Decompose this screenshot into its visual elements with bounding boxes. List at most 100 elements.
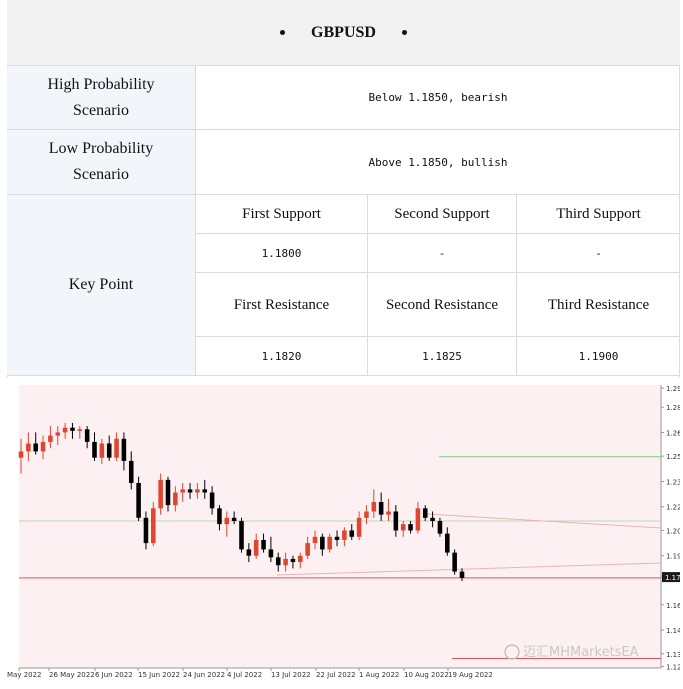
third-resistance-header-text: Third Resistance	[547, 296, 650, 313]
candle-body	[106, 443, 112, 458]
y-tick-label: 1.26	[666, 429, 680, 437]
candle-body	[48, 435, 53, 442]
y-tick-label: 1.20	[666, 527, 680, 535]
candle-body	[33, 443, 38, 452]
candle-body	[320, 536, 325, 550]
key-point-label-cell: Key Point	[7, 195, 196, 376]
candle-body	[187, 489, 193, 493]
high-probability-label-cell: High Probability Scenario	[7, 66, 196, 130]
candle-body	[217, 508, 222, 525]
candle-body	[136, 483, 141, 518]
candle-body	[209, 492, 215, 509]
watermark-text: 迈汇MHMarketsEA	[523, 645, 639, 660]
key-point-label: Key Point	[68, 276, 134, 293]
candle-body	[195, 489, 200, 493]
y-tick-label: 1.12	[666, 663, 680, 671]
candle-body	[386, 511, 391, 515]
x-tick-label: 15 Jun 2022	[138, 671, 180, 679]
candle-body	[114, 438, 119, 458]
first-resistance-header-text: First Resistance	[233, 296, 330, 313]
second-support-value-text: -	[438, 246, 446, 260]
candle-body	[415, 508, 421, 531]
candle-body	[268, 549, 274, 558]
candle-body	[92, 441, 97, 458]
third-resistance-value-text: 1.1900	[578, 349, 619, 363]
candle-body	[422, 508, 428, 518]
x-tick-label: 6 Jun 2022	[95, 671, 133, 679]
candle-body	[239, 520, 244, 550]
candle-body	[334, 536, 340, 540]
high-probability-value-cell: Below 1.1850, bearish	[196, 66, 680, 130]
x-tick-label: 22 Jul 2022	[316, 671, 356, 679]
first-support-value: 1.1800	[196, 234, 368, 273]
bullet-right-icon	[401, 30, 407, 35]
x-tick-label: 4 Jul 2022	[227, 671, 262, 679]
candle-body	[312, 536, 318, 544]
candle-body	[356, 517, 362, 537]
second-resistance-header-text: Second Resistance	[385, 296, 499, 313]
bullet-left-icon	[280, 30, 286, 35]
y-tick-label: 1.25	[666, 453, 680, 461]
candle-body	[231, 517, 237, 521]
candle-body	[283, 558, 288, 566]
low-probability-label-cell: Low Probability Scenario	[7, 130, 196, 195]
candle-body	[364, 511, 369, 518]
candle-body	[437, 520, 443, 534]
price-chart-svg: 1.29 1.28 1.26 1.25 1.23 1.22 1.20 1.19 1.16 1.14…	[7, 377, 682, 684]
y-tick-label: 1.19	[666, 553, 680, 561]
first-resistance-header: First Resistance	[196, 273, 368, 337]
candle-body	[349, 530, 355, 537]
candle-body	[121, 438, 127, 461]
x-tick-label: May 2022	[7, 671, 42, 679]
third-resistance-header: Third Resistance	[517, 273, 680, 337]
candle-body	[378, 501, 384, 515]
candle-body	[400, 524, 406, 531]
candle-body	[143, 517, 149, 544]
y-tick-label: 1.22	[666, 504, 680, 512]
third-support-value: -	[517, 234, 680, 273]
low-probability-value: Above 1.1850, bullish	[368, 155, 508, 169]
candle-body	[430, 517, 435, 521]
third-support-value-text: -	[595, 246, 602, 260]
y-tick-label: 1.28	[666, 404, 680, 412]
y-tick-label: 1.13	[666, 651, 680, 659]
second-support-header: Second Support	[368, 195, 517, 234]
third-resistance-value: 1.1900	[517, 337, 680, 376]
second-support-header-text: Second Support	[394, 206, 490, 222]
y-tick-label: 1.14	[666, 627, 680, 635]
third-support-header-text: Third Support	[556, 206, 641, 222]
first-resistance-value: 1.1820	[196, 337, 368, 376]
low-probability-value-cell: Above 1.1850, bullish	[196, 130, 680, 195]
candle-body	[165, 479, 171, 506]
candle-body	[305, 543, 310, 556]
candle-body	[275, 557, 281, 566]
candle-body	[40, 441, 46, 452]
candle-body	[253, 539, 259, 556]
candle-body	[246, 549, 252, 556]
candle-body	[99, 443, 105, 458]
candle-body	[393, 511, 399, 531]
candle-body	[55, 432, 61, 436]
price-chart: 1.29 1.28 1.26 1.25 1.23 1.22 1.20 1.19 1.16 1.14…	[7, 377, 682, 684]
second-support-value: -	[368, 234, 517, 273]
plot-area	[19, 385, 661, 668]
watermark: 迈汇MHMarketsEA	[504, 644, 639, 660]
second-resistance-value-text: 1.1825	[422, 349, 462, 363]
candle-body	[342, 530, 347, 540]
y-tick-label: 1.16	[666, 602, 680, 610]
candle-body	[290, 558, 296, 563]
x-tick-label: 10 Aug 2022	[404, 671, 449, 679]
candle-body	[62, 427, 68, 433]
candle-body	[180, 489, 185, 493]
x-tick-label: 26 May 2022	[49, 671, 95, 679]
high-probability-value: Below 1.1850, bearish	[368, 91, 508, 104]
candle-body	[445, 533, 450, 553]
high-probability-label: High Probability Scenario	[47, 75, 155, 119]
y-tick-label: 1.23	[666, 478, 680, 486]
candle-body	[408, 524, 413, 531]
candle-body	[327, 536, 332, 550]
second-resistance-header: Second Resistance	[368, 273, 517, 337]
y-tick-label: 1.29	[666, 385, 680, 393]
page-title: GBPUSD	[311, 23, 376, 41]
first-resistance-value-text: 1.1820	[261, 349, 302, 363]
